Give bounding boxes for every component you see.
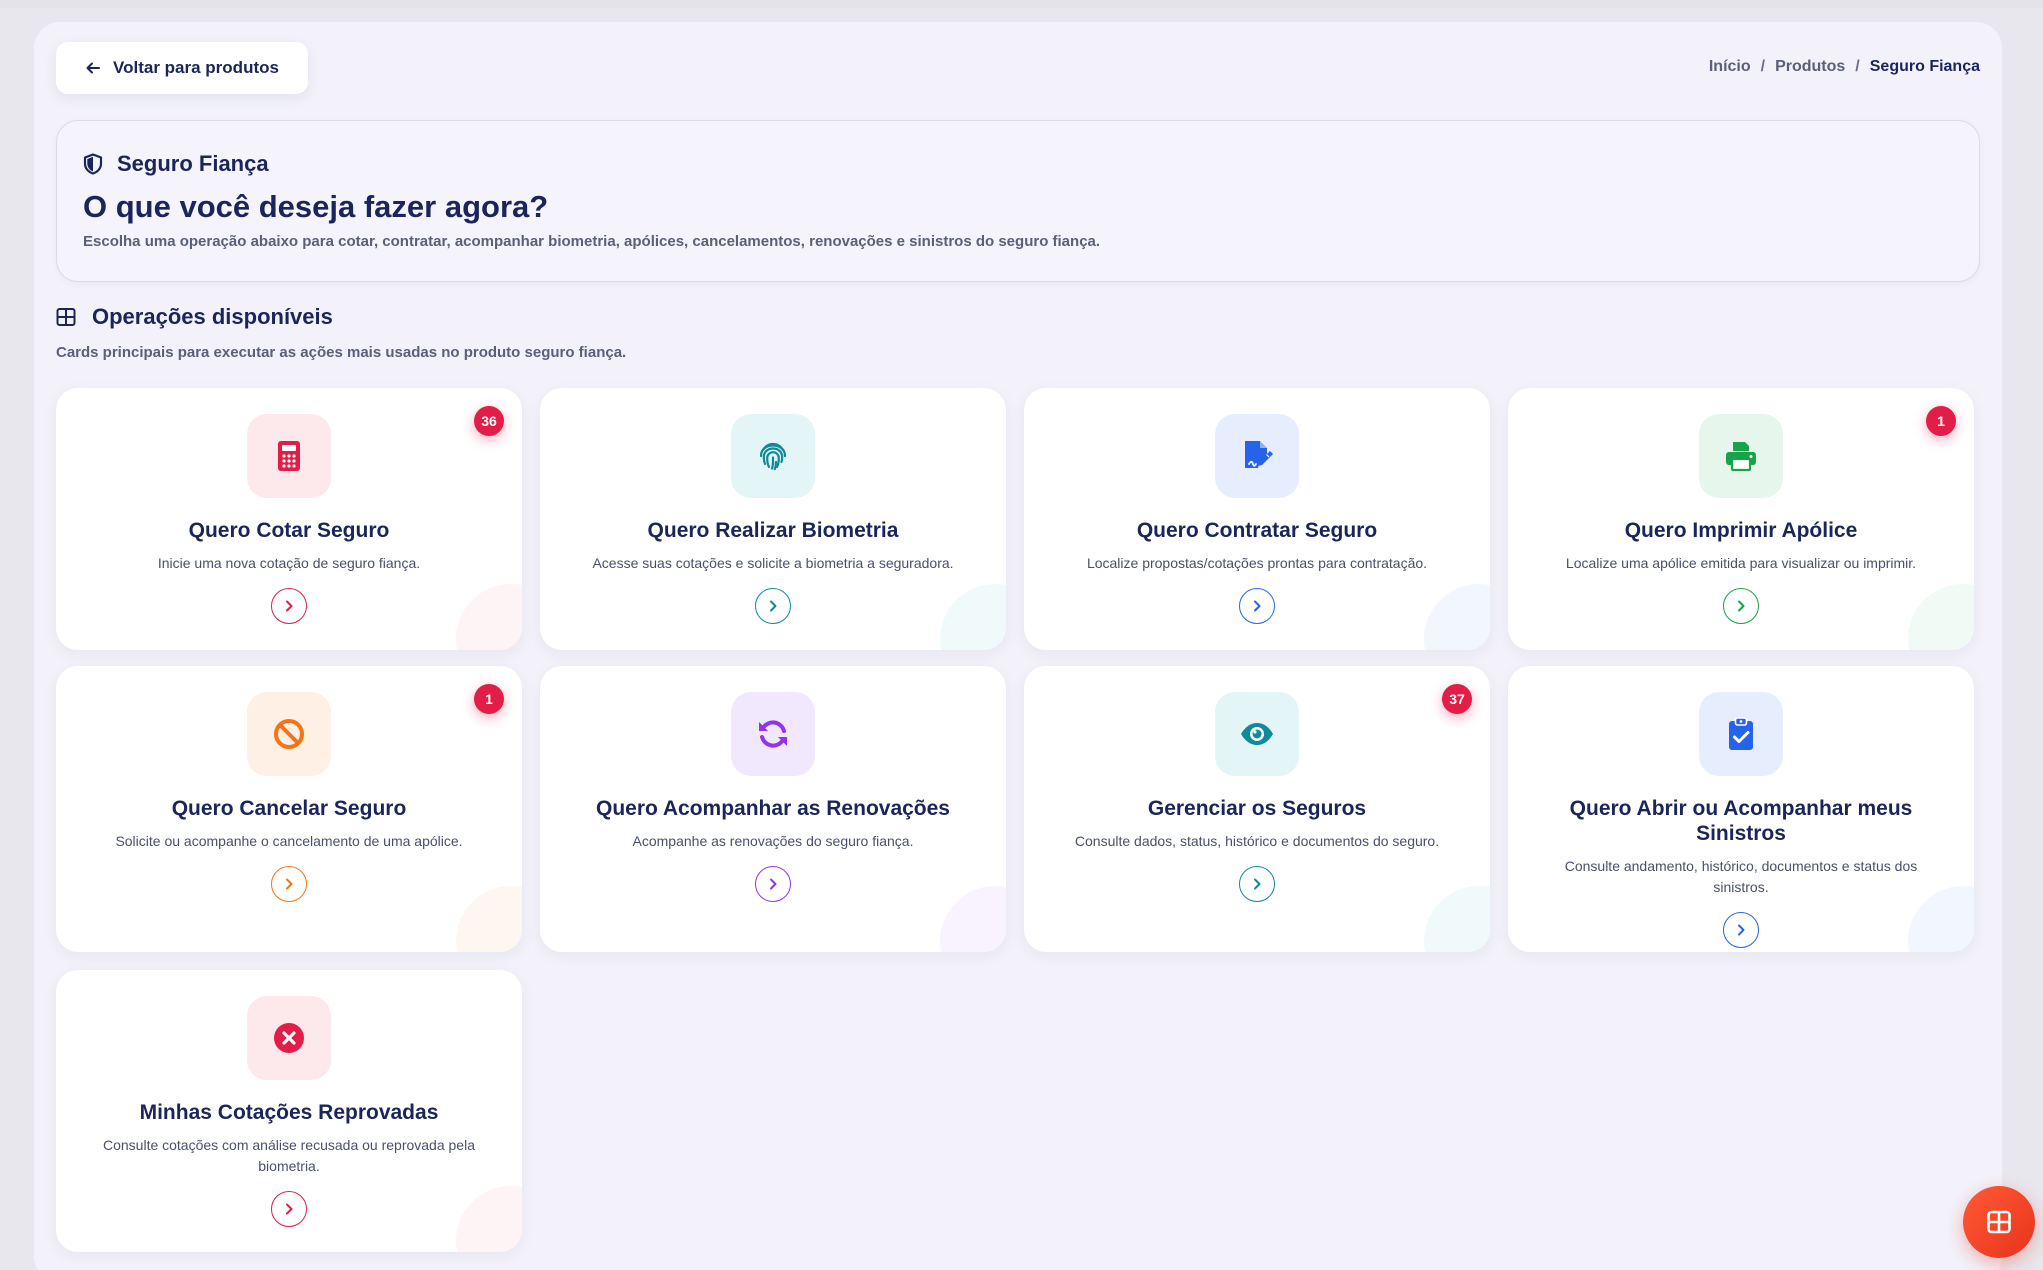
card-icon-box xyxy=(247,414,331,498)
card-description: Consulte cotações com análise recusada o… xyxy=(102,1137,475,1174)
card-decoration xyxy=(940,886,1006,952)
ban-icon xyxy=(274,719,304,749)
arrow-left-icon xyxy=(86,62,101,74)
operations-subtitle: Cards principais para executar as ações … xyxy=(56,344,627,361)
breadcrumb-separator: / xyxy=(1855,58,1860,75)
card-title: Quero Imprimir Apólice xyxy=(1624,519,1858,542)
chevron-right-icon xyxy=(1738,600,1745,612)
card-description: Solicite ou acompanhe o cancelamento de … xyxy=(115,833,463,849)
operation-card-gerenciar[interactable]: 37 Gerenciar os Seguros Consulte dados, … xyxy=(1024,666,1490,952)
card-icon-box xyxy=(1215,414,1299,498)
refresh-icon xyxy=(759,720,787,748)
card-decoration xyxy=(1424,584,1490,650)
card-decoration xyxy=(456,886,522,952)
card-description: Consulte andamento, histórico, documento… xyxy=(1564,858,1918,895)
top-bar xyxy=(0,0,2043,8)
hero-tag: Seguro Fiança xyxy=(83,151,269,177)
operation-card-cancelar[interactable]: 1 Quero Cancelar Seguro Solicite ou acom… xyxy=(56,666,522,952)
back-button-label: Voltar para produtos xyxy=(113,58,279,77)
card-open-button[interactable] xyxy=(271,588,307,624)
operation-card-renovacoes[interactable]: Quero Acompanhar as Renovações Acompanhe… xyxy=(540,666,1006,952)
chevron-right-icon xyxy=(286,878,293,890)
chevron-right-icon xyxy=(286,600,293,612)
card-icon-box xyxy=(1699,414,1783,498)
page-title: O que você deseja fazer agora? xyxy=(83,189,549,224)
eye-icon xyxy=(1241,723,1273,745)
card-decoration xyxy=(940,584,1006,650)
operation-card-reprovadas[interactable]: Minhas Cotações Reprovadas Consulte cota… xyxy=(56,970,522,1252)
card-description: Consulte dados, status, histórico e docu… xyxy=(1074,833,1440,849)
card-open-button[interactable] xyxy=(755,588,791,624)
card-title: Quero Contratar Seguro xyxy=(1136,519,1378,542)
card-open-button[interactable] xyxy=(271,1191,307,1227)
back-to-products-button[interactable]: Voltar para produtos xyxy=(56,42,308,94)
card-icon-box xyxy=(247,692,331,776)
operation-card-biometria[interactable]: Quero Realizar Biometria Acesse suas cot… xyxy=(540,388,1006,650)
card-decoration xyxy=(456,1186,522,1252)
main-panel: Voltar para produtos Início / Produtos /… xyxy=(34,22,2002,1270)
card-icon-box xyxy=(731,692,815,776)
card-description: Inicie uma nova cotação de seguro fiança… xyxy=(157,555,421,571)
card-description: Acesse suas cotações e solicite a biomet… xyxy=(592,555,954,571)
operation-card-cotar[interactable]: 36 Quero Cotar Seguro Inicie uma nova co… xyxy=(56,388,522,650)
chevron-right-icon xyxy=(770,600,777,612)
card-open-button[interactable] xyxy=(1239,866,1275,902)
card-title: Quero Cancelar Seguro xyxy=(171,797,407,820)
card-decoration xyxy=(1424,886,1490,952)
operation-card-contratar[interactable]: Quero Contratar Seguro Localize proposta… xyxy=(1024,388,1490,650)
shield-icon xyxy=(83,153,103,175)
breadcrumb-separator: / xyxy=(1760,58,1766,75)
chevron-right-icon xyxy=(770,878,777,890)
card-title: Gerenciar os Seguros xyxy=(1147,797,1367,820)
card-title: Quero Acompanhar as Renovações xyxy=(595,797,950,820)
card-description: Localize propostas/cotações prontas para… xyxy=(1086,555,1428,571)
card-icon-box xyxy=(247,996,331,1080)
card-icon-box xyxy=(731,414,815,498)
card-count-badge: 1 xyxy=(1926,406,1956,436)
chevron-right-icon xyxy=(286,1203,293,1215)
card-open-button[interactable] xyxy=(1723,912,1759,948)
card-decoration xyxy=(1908,584,1974,650)
breadcrumb-current: Seguro Fiança xyxy=(1869,58,1980,75)
card-open-button[interactable] xyxy=(271,866,307,902)
floating-grid-button[interactable] xyxy=(1963,1186,2035,1258)
circle-x-icon xyxy=(274,1023,304,1053)
hero-tag-label: Seguro Fiança xyxy=(117,151,269,176)
card-count-badge: 37 xyxy=(1442,684,1472,714)
fingerprint-icon xyxy=(759,442,787,471)
printer-icon xyxy=(1726,442,1756,472)
card-open-button[interactable] xyxy=(1239,588,1275,624)
card-description: Acompanhe as renovações do seguro fiança… xyxy=(632,833,914,849)
grid-icon xyxy=(56,308,76,326)
chevron-right-icon xyxy=(1254,878,1261,890)
operations-title: Operações disponíveis xyxy=(92,304,333,329)
card-count-badge: 36 xyxy=(474,406,504,436)
file-signature-icon xyxy=(1245,441,1273,468)
chevron-right-icon xyxy=(1738,924,1745,936)
operation-card-sinistros[interactable]: Quero Abrir ou Acompanhar meus Sinistros… xyxy=(1508,666,1974,952)
hero-section: Seguro Fiança O que você deseja fazer ag… xyxy=(56,120,1980,282)
page-subtitle: Escolha uma operação abaixo para cotar, … xyxy=(83,233,1101,250)
card-icon-box xyxy=(1215,692,1299,776)
card-description: Localize uma apólice emitida para visual… xyxy=(1565,555,1917,571)
operations-header: Operações disponíveis xyxy=(56,304,333,330)
breadcrumb: Início / Produtos / Seguro Fiança xyxy=(1709,58,1980,76)
card-decoration xyxy=(456,584,522,650)
card-title: Quero Abrir ou Acompanhar meus Sinistros xyxy=(1569,797,1913,845)
card-icon-box xyxy=(1699,692,1783,776)
card-open-button[interactable] xyxy=(1723,588,1759,624)
card-open-button[interactable] xyxy=(755,866,791,902)
breadcrumb-products[interactable]: Produtos xyxy=(1775,58,1845,76)
card-title: Quero Realizar Biometria xyxy=(647,519,899,542)
clipboard-check-icon xyxy=(1729,717,1753,750)
card-count-badge: 1 xyxy=(474,684,504,714)
card-title: Minhas Cotações Reprovadas xyxy=(139,1101,439,1124)
operation-card-imprimir[interactable]: 1 Quero Imprimir Apólice Localize uma ap… xyxy=(1508,388,1974,650)
calculator-icon xyxy=(278,441,300,471)
card-title: Quero Cotar Seguro xyxy=(188,519,390,542)
breadcrumb-home[interactable]: Início xyxy=(1709,58,1751,76)
chevron-right-icon xyxy=(1254,600,1261,612)
grid-icon xyxy=(1987,1210,2011,1234)
